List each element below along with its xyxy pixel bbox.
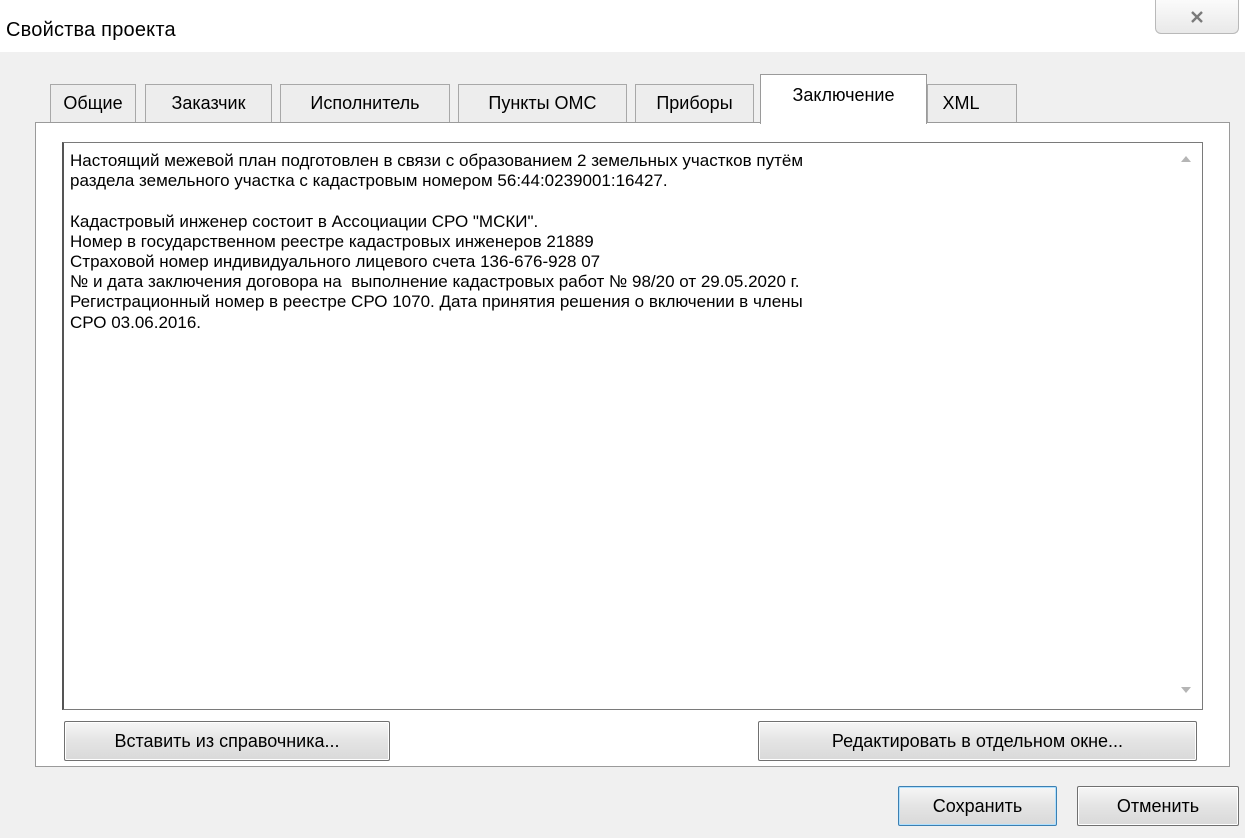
scroll-up-arrow-icon[interactable] (1181, 156, 1191, 162)
conclusion-text-area[interactable]: Настоящий межевой план подготовлен в свя… (62, 142, 1203, 710)
tab-xml[interactable]: XML (927, 84, 1017, 122)
tab-contractor[interactable]: Исполнитель (280, 84, 450, 122)
edit-in-separate-window-button[interactable]: Редактировать в отдельном окне... (758, 721, 1197, 761)
cancel-button[interactable]: Отменить (1077, 786, 1239, 826)
save-button[interactable]: Сохранить (898, 786, 1057, 826)
vertical-scrollbar[interactable] (1170, 143, 1202, 709)
title-bar: Свойства проекта (0, 0, 1245, 52)
project-properties-dialog: Свойства проекта Общие Заказчик Исполнит… (0, 0, 1245, 838)
close-button[interactable] (1155, 0, 1239, 34)
tab-customer[interactable]: Заказчик (145, 84, 272, 122)
close-icon (1191, 10, 1203, 23)
conclusion-text: Настоящий межевой план подготовлен в свя… (70, 151, 804, 332)
tab-general[interactable]: Общие (50, 84, 136, 122)
insert-from-reference-button[interactable]: Вставить из справочника... (64, 721, 390, 761)
window-title: Свойства проекта (6, 19, 176, 41)
tab-oms-points[interactable]: Пункты ОМС (458, 84, 627, 122)
tab-instruments[interactable]: Приборы (635, 84, 754, 122)
scroll-down-arrow-icon[interactable] (1181, 687, 1191, 693)
tab-conclusion[interactable]: Заключение (760, 74, 927, 124)
